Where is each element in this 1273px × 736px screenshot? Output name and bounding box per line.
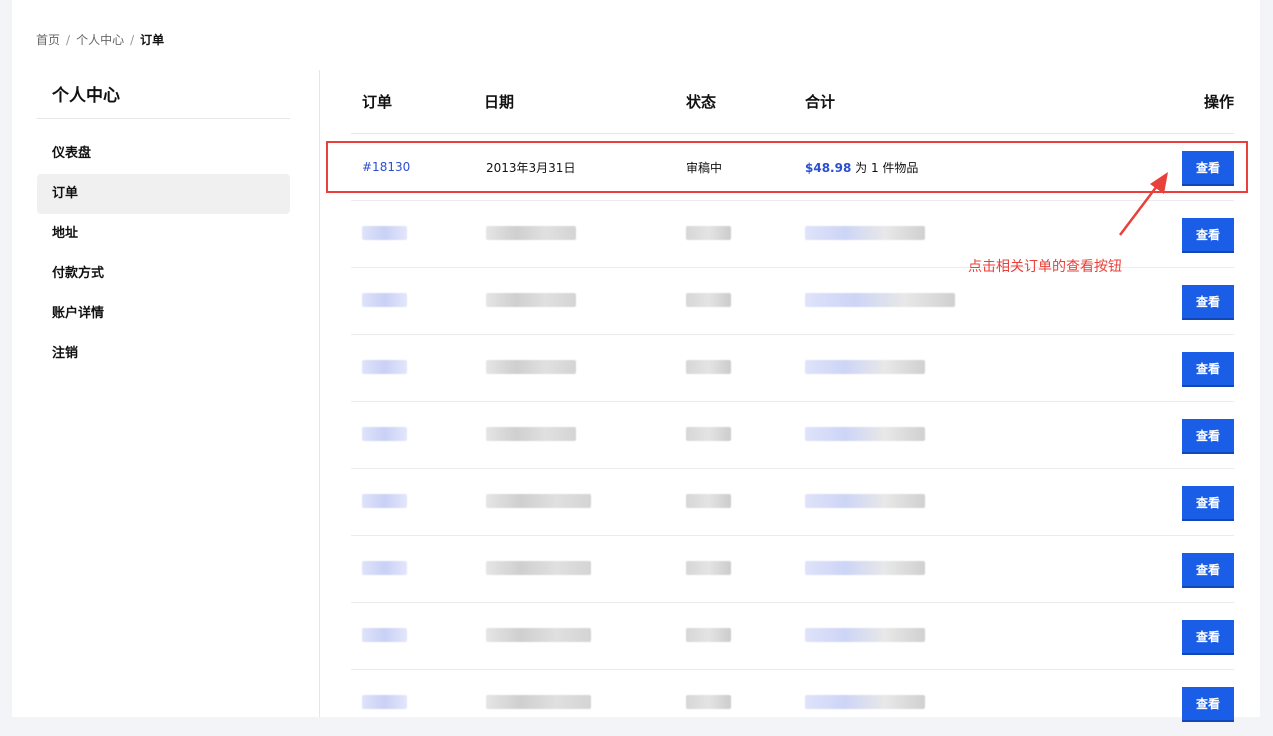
breadcrumb-separator: / [66, 32, 71, 47]
redacted-total [805, 426, 925, 441]
view-order-button[interactable]: 查看 [1182, 418, 1234, 452]
redacted-status [686, 359, 731, 374]
order-status: 审稿中 [686, 160, 723, 175]
view-order-button[interactable]: 查看 [1182, 485, 1234, 519]
sidebar-item-addresses[interactable]: 地址 [37, 214, 290, 254]
redacted-status [686, 493, 731, 508]
header-order: 订单 [362, 93, 393, 111]
header-date: 日期 [484, 93, 515, 111]
breadcrumb-current: 订单 [140, 33, 165, 47]
annotation-text: 点击相关订单的查看按钮 [968, 259, 1122, 275]
redacted-order-number [362, 627, 407, 642]
redacted-status [686, 560, 731, 575]
view-order-button[interactable]: 查看 [1182, 619, 1234, 653]
table-header: 订单 日期 状态 合计 操作 [351, 70, 1234, 134]
redacted-total [805, 627, 925, 642]
redacted-order-number [362, 225, 407, 240]
redacted-order-number [362, 493, 407, 508]
view-order-button[interactable]: 查看 [1182, 150, 1234, 184]
table-row: 查看 [351, 268, 1234, 335]
redacted-status [686, 694, 731, 709]
account-sidebar: 个人中心 仪表盘 订单 地址 付款方式 账户详情 注销 [37, 70, 290, 374]
header-total: 合计 [805, 93, 836, 111]
table-row: 查看 [351, 335, 1234, 402]
view-order-button[interactable]: 查看 [1182, 351, 1234, 385]
order-number-link[interactable]: #18130 [362, 160, 410, 174]
redacted-total [805, 560, 925, 575]
redacted-order-number [362, 426, 407, 441]
header-status: 状态 [686, 93, 717, 111]
redacted-date [486, 694, 591, 709]
redacted-order-number [362, 359, 407, 374]
table-row: 查看 [351, 402, 1234, 469]
redacted-status [686, 292, 731, 307]
breadcrumb-account[interactable]: 个人中心 [76, 31, 124, 48]
redacted-total [805, 694, 925, 709]
redacted-order-number [362, 694, 407, 709]
table-row: 查看 [351, 469, 1234, 536]
orders-table: 订单 日期 状态 合计 操作 #18130 2013年3月31日 审稿中 $48… [351, 70, 1234, 736]
table-row: 查看 [351, 670, 1234, 736]
redacted-status [686, 426, 731, 441]
redacted-status [686, 627, 731, 642]
redacted-date [486, 292, 576, 307]
view-order-button[interactable]: 查看 [1182, 552, 1234, 586]
redacted-date [486, 493, 591, 508]
divider [319, 70, 320, 717]
order-total-amount: $48.98 [805, 160, 852, 175]
view-order-button[interactable]: 查看 [1182, 217, 1234, 251]
table-row: 查看 [351, 603, 1234, 670]
order-date: 2013年3月31日 [486, 160, 576, 175]
table-row: 查看 [351, 536, 1234, 603]
redacted-status [686, 225, 731, 240]
sidebar-item-logout[interactable]: 注销 [37, 334, 290, 374]
table-row: #18130 2013年3月31日 审稿中 $48.98 为 1 件物品 查看 [351, 134, 1234, 201]
redacted-date [486, 225, 576, 240]
page: 首页 / 个人中心 / 订单 个人中心 仪表盘 订单 地址 付款方式 账户详情 … [12, 0, 1260, 720]
redacted-order-number [362, 292, 407, 307]
redacted-order-number [362, 560, 407, 575]
redacted-date [486, 426, 576, 441]
sidebar-title: 个人中心 [37, 70, 290, 119]
order-total: $48.98 为 1 件物品 [795, 159, 1125, 176]
redacted-total [805, 493, 925, 508]
redacted-total [805, 292, 955, 307]
breadcrumb-home[interactable]: 首页 [36, 31, 60, 48]
sidebar-item-payment-methods[interactable]: 付款方式 [37, 254, 290, 294]
redacted-date [486, 627, 591, 642]
sidebar-item-account-details[interactable]: 账户详情 [37, 294, 290, 334]
redacted-total [805, 225, 925, 240]
sidebar-item-orders[interactable]: 订单 [37, 174, 290, 214]
breadcrumb-separator: / [130, 32, 135, 47]
sidebar-item-dashboard[interactable]: 仪表盘 [37, 134, 290, 174]
view-order-button[interactable]: 查看 [1182, 686, 1234, 720]
redacted-date [486, 359, 576, 374]
redacted-total [805, 359, 925, 374]
redacted-date [486, 560, 591, 575]
order-total-suffix: 为 1 件物品 [855, 160, 919, 175]
header-action: 操作 [1203, 93, 1234, 111]
breadcrumb: 首页 / 个人中心 / 订单 [36, 31, 164, 48]
view-order-button[interactable]: 查看 [1182, 284, 1234, 318]
